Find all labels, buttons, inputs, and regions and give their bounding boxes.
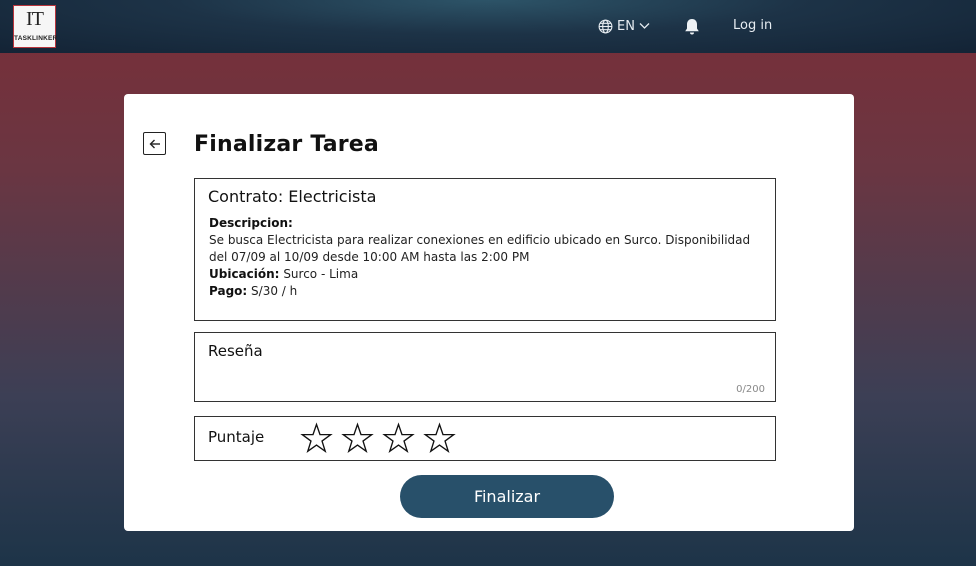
chevron-down-icon — [639, 23, 650, 29]
review-char-counter: 0/200 — [736, 384, 765, 395]
star-3-icon[interactable] — [382, 422, 415, 455]
language-selector[interactable]: EN — [598, 17, 650, 35]
globe-icon — [598, 19, 613, 33]
tasklinker-logo[interactable]: IT TASKLINKER — [13, 5, 58, 48]
finish-button[interactable]: Finalizar — [400, 475, 614, 518]
description-label: Descripcion: — [209, 216, 293, 230]
review-label: Reseña — [208, 342, 263, 360]
page-title: Finalizar Tarea — [194, 132, 379, 157]
description-text: Se busca Electricista para realizar cone… — [209, 233, 751, 264]
review-field[interactable]: Reseña 0/200 — [194, 332, 776, 402]
contract-details: Contrato: Electricista Descripcion: Se b… — [194, 178, 776, 321]
rating-field: Puntaje — [194, 416, 776, 461]
login-link[interactable]: Log in — [733, 18, 772, 33]
star-4-icon[interactable] — [423, 422, 456, 455]
location-value: Surco - Lima — [283, 267, 359, 281]
logo-brand: TASKLINKER — [14, 35, 58, 42]
finish-task-card: Finalizar Tarea Contrato: Electricista D… — [124, 94, 854, 531]
notifications-button[interactable] — [682, 17, 702, 37]
payment-label: Pago: — [209, 284, 248, 298]
logo-mark: IT — [26, 8, 44, 30]
arrow-left-icon — [149, 139, 160, 148]
contract-body: Descripcion: Se busca Electricista para … — [209, 215, 765, 300]
back-button[interactable] — [143, 132, 166, 155]
star-2-icon[interactable] — [341, 422, 374, 455]
rating-label: Puntaje — [208, 428, 265, 446]
star-rating — [300, 422, 464, 455]
contract-title: Contrato: Electricista — [208, 187, 377, 206]
language-code: EN — [617, 18, 635, 34]
star-1-icon[interactable] — [300, 422, 333, 455]
bell-icon — [685, 19, 699, 35]
top-navbar: IT TASKLINKER EN Log in — [0, 0, 976, 53]
payment-value: S/30 / h — [251, 284, 298, 298]
location-label: Ubicación: — [209, 267, 280, 281]
